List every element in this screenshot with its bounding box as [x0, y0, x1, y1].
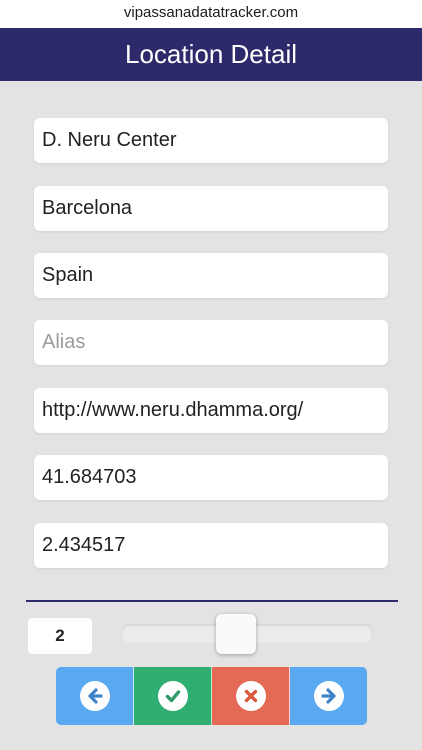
action-bar — [56, 667, 367, 725]
record-counter: 2 — [28, 618, 92, 654]
next-button[interactable] — [290, 667, 367, 725]
previous-button[interactable] — [56, 667, 134, 725]
country-field[interactable] — [34, 253, 388, 298]
arrow-left-icon — [79, 681, 110, 711]
country-input[interactable] — [42, 253, 388, 298]
latitude-field[interactable] — [34, 455, 388, 500]
arrow-right-icon — [313, 681, 344, 711]
url-text: vipassanadatatracker.com — [123, 4, 299, 21]
latitude-input[interactable] — [42, 455, 388, 500]
alias-input[interactable] — [42, 320, 388, 365]
save-button[interactable] — [134, 667, 212, 725]
website-field[interactable] — [34, 388, 388, 433]
browser-url-bar[interactable]: vipassanadatatracker.com — [0, 0, 422, 28]
name-field[interactable] — [34, 118, 388, 163]
check-icon — [157, 681, 188, 711]
name-input[interactable] — [42, 118, 388, 163]
city-input[interactable] — [42, 186, 388, 231]
longitude-field[interactable] — [34, 523, 388, 568]
alias-field[interactable] — [34, 320, 388, 365]
website-input[interactable] — [42, 388, 388, 433]
section-divider — [26, 600, 398, 602]
page-header: Location Detail — [0, 28, 422, 81]
record-slider-thumb[interactable] — [216, 614, 257, 654]
close-icon — [235, 681, 266, 711]
page-title: Location Detail — [125, 39, 297, 69]
delete-button[interactable] — [212, 667, 290, 725]
city-field[interactable] — [34, 186, 388, 231]
longitude-input[interactable] — [42, 523, 388, 568]
